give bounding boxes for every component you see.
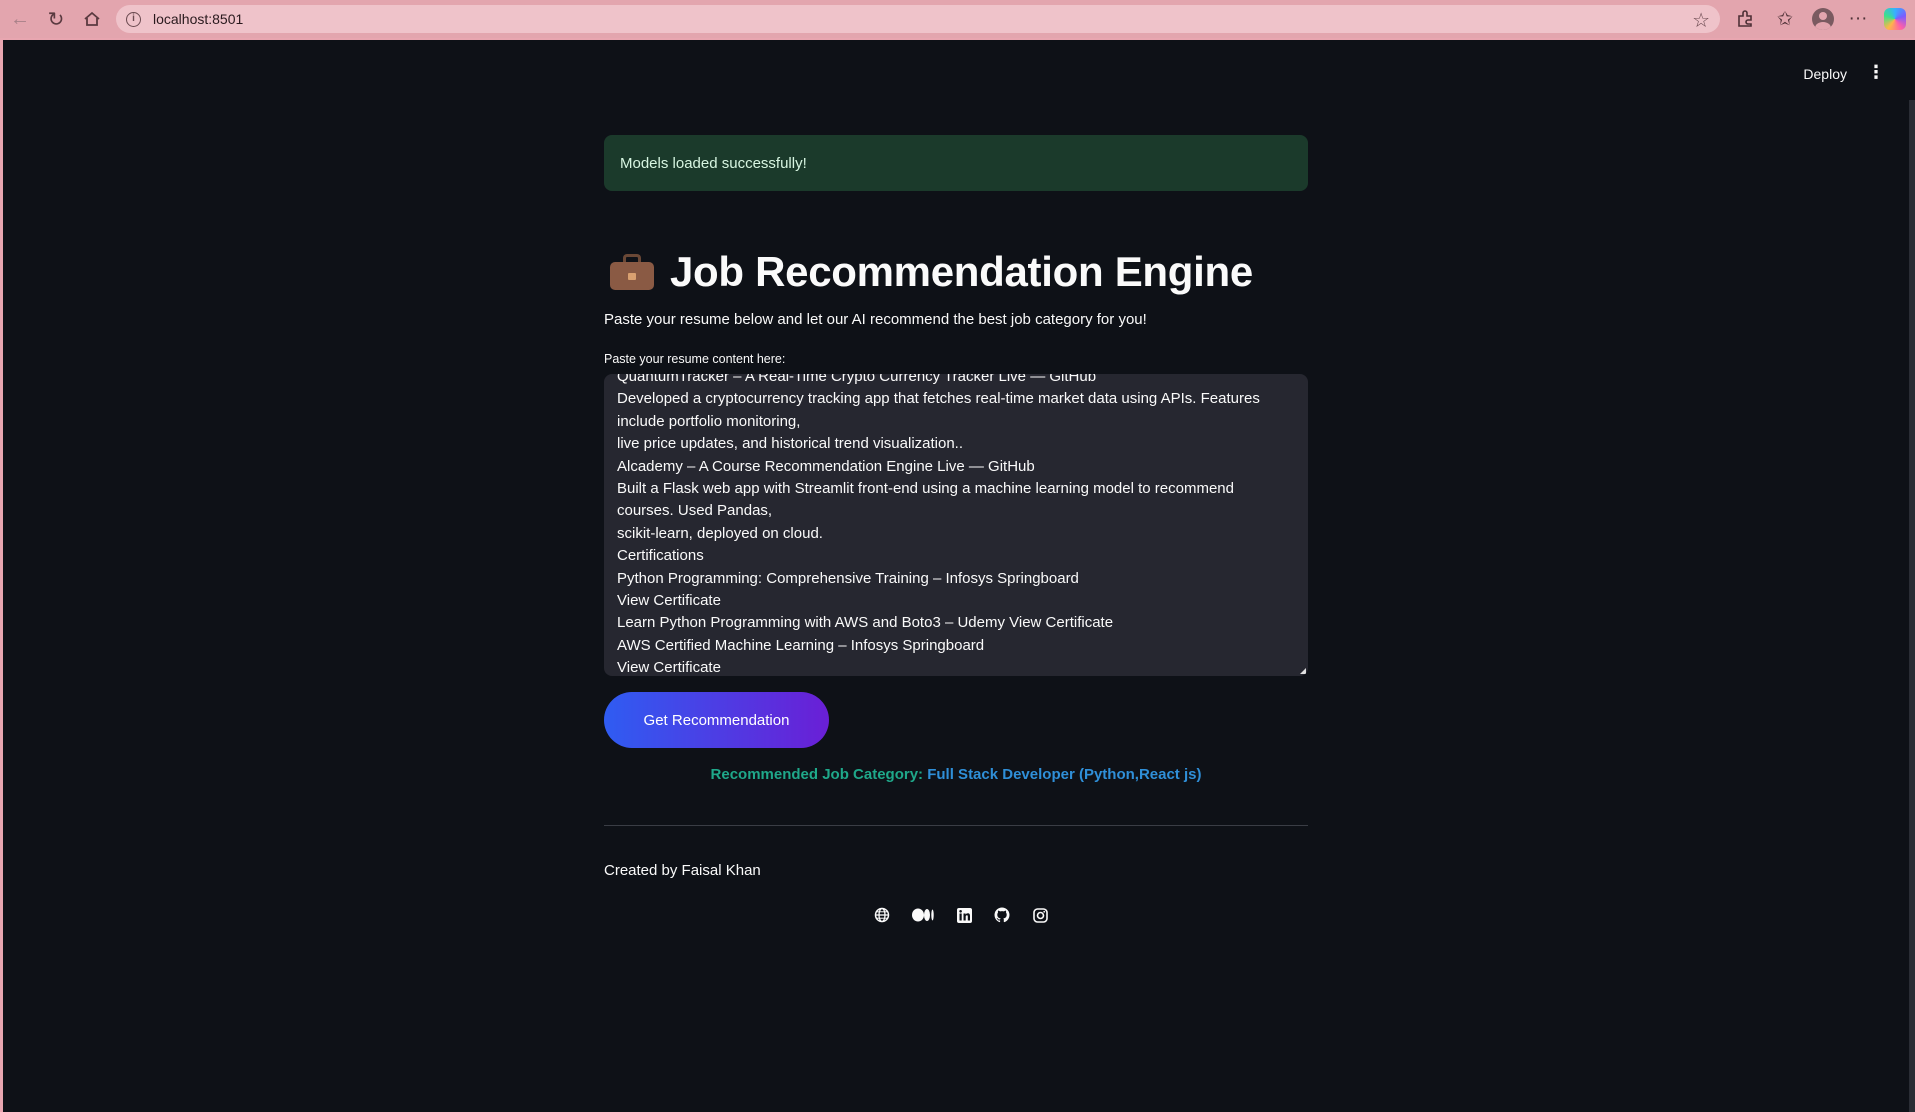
resume-line: include portfolio monitoring, <box>617 412 801 430</box>
get-recommendation-button[interactable]: Get Recommendation <box>604 692 829 748</box>
reload-icon[interactable]: ↻ <box>38 0 74 38</box>
address-bar[interactable]: i localhost:8501 ☆ <box>116 5 1720 33</box>
resume-line: View Certificate <box>617 592 721 610</box>
social-links <box>604 907 1308 923</box>
resize-handle-icon[interactable] <box>1300 668 1306 674</box>
resume-line: Built a Flask web app with Streamlit fro… <box>617 480 1234 498</box>
recommendation-result: Recommended Job Category: Full Stack Dev… <box>604 766 1308 783</box>
resume-line: live price updates, and historical trend… <box>617 435 964 453</box>
globe-icon[interactable] <box>874 907 890 923</box>
page-header: Job Recommendation Engine <box>604 247 1308 297</box>
linkedin-icon[interactable] <box>956 907 972 923</box>
main-menu-icon[interactable]: ⋮ <box>1867 62 1885 83</box>
profile-avatar[interactable] <box>1808 5 1838 33</box>
success-alert: Models loaded successfully! <box>604 135 1308 191</box>
result-label: Recommended Job Category: <box>710 766 928 783</box>
medium-icon[interactable] <box>912 907 934 923</box>
resume-line: Developed a cryptocurrency tracking app … <box>617 390 1260 408</box>
credits-text: Created by Faisal Khan <box>604 862 761 879</box>
resume-line: Python Programming: Comprehensive Traini… <box>617 569 1079 587</box>
page-subtitle: Paste your resume below and let our AI r… <box>604 311 1147 328</box>
favorites-icon[interactable]: ✩ <box>1770 5 1800 33</box>
resume-line: QuantumTracker – A Real-Time Crypto Curr… <box>617 374 1097 385</box>
main-content: Models loaded successfully! Job Recommen… <box>604 135 1308 923</box>
alert-text: Models loaded successfully! <box>620 154 807 172</box>
resume-line: AWS Certified Machine Learning – Infosys… <box>617 636 985 654</box>
favorite-star-icon[interactable]: ☆ <box>1692 8 1710 33</box>
extensions-icon[interactable] <box>1730 5 1760 33</box>
resume-line: Alcademy – A Course Recommendation Engin… <box>617 457 1035 475</box>
browser-toolbar: ← ↻ i localhost:8501 ☆ ✩ ··· <box>0 0 1915 38</box>
site-info-icon[interactable]: i <box>126 11 141 27</box>
instagram-icon[interactable] <box>1032 907 1048 923</box>
scrollbar[interactable] <box>1909 100 1915 1112</box>
resume-line: courses. Used Pandas, <box>617 502 773 520</box>
resume-line: Learn Python Programming with AWS and Bo… <box>617 614 1114 632</box>
home-icon[interactable] <box>74 0 110 38</box>
app-viewport: Deploy ⋮ Models loaded successfully! Job… <box>3 40 1915 1112</box>
divider <box>604 825 1308 826</box>
page-title: Job Recommendation Engine <box>670 248 1253 295</box>
resume-textarea[interactable]: QuantumTracker – A Real-Time Crypto Curr… <box>604 374 1308 676</box>
browser-menu-icon[interactable]: ··· <box>1843 5 1873 33</box>
resume-text[interactable]: QuantumTracker – A Real-Time Crypto Curr… <box>617 374 1268 676</box>
back-icon[interactable]: ← <box>2 0 38 38</box>
resume-line: View Certificate <box>617 659 721 676</box>
copilot-icon[interactable] <box>1880 5 1910 33</box>
deploy-button[interactable]: Deploy <box>1803 66 1847 82</box>
url-text: localhost:8501 <box>153 11 244 27</box>
resume-line: scikit-learn, deployed on cloud. <box>617 524 823 542</box>
resume-line: Certifications <box>617 547 704 565</box>
github-icon[interactable] <box>994 907 1010 923</box>
resume-input-label: Paste your resume content here: <box>604 352 786 366</box>
briefcase-icon <box>610 254 654 290</box>
result-value: Full Stack Developer (Python,React js) <box>927 766 1202 783</box>
